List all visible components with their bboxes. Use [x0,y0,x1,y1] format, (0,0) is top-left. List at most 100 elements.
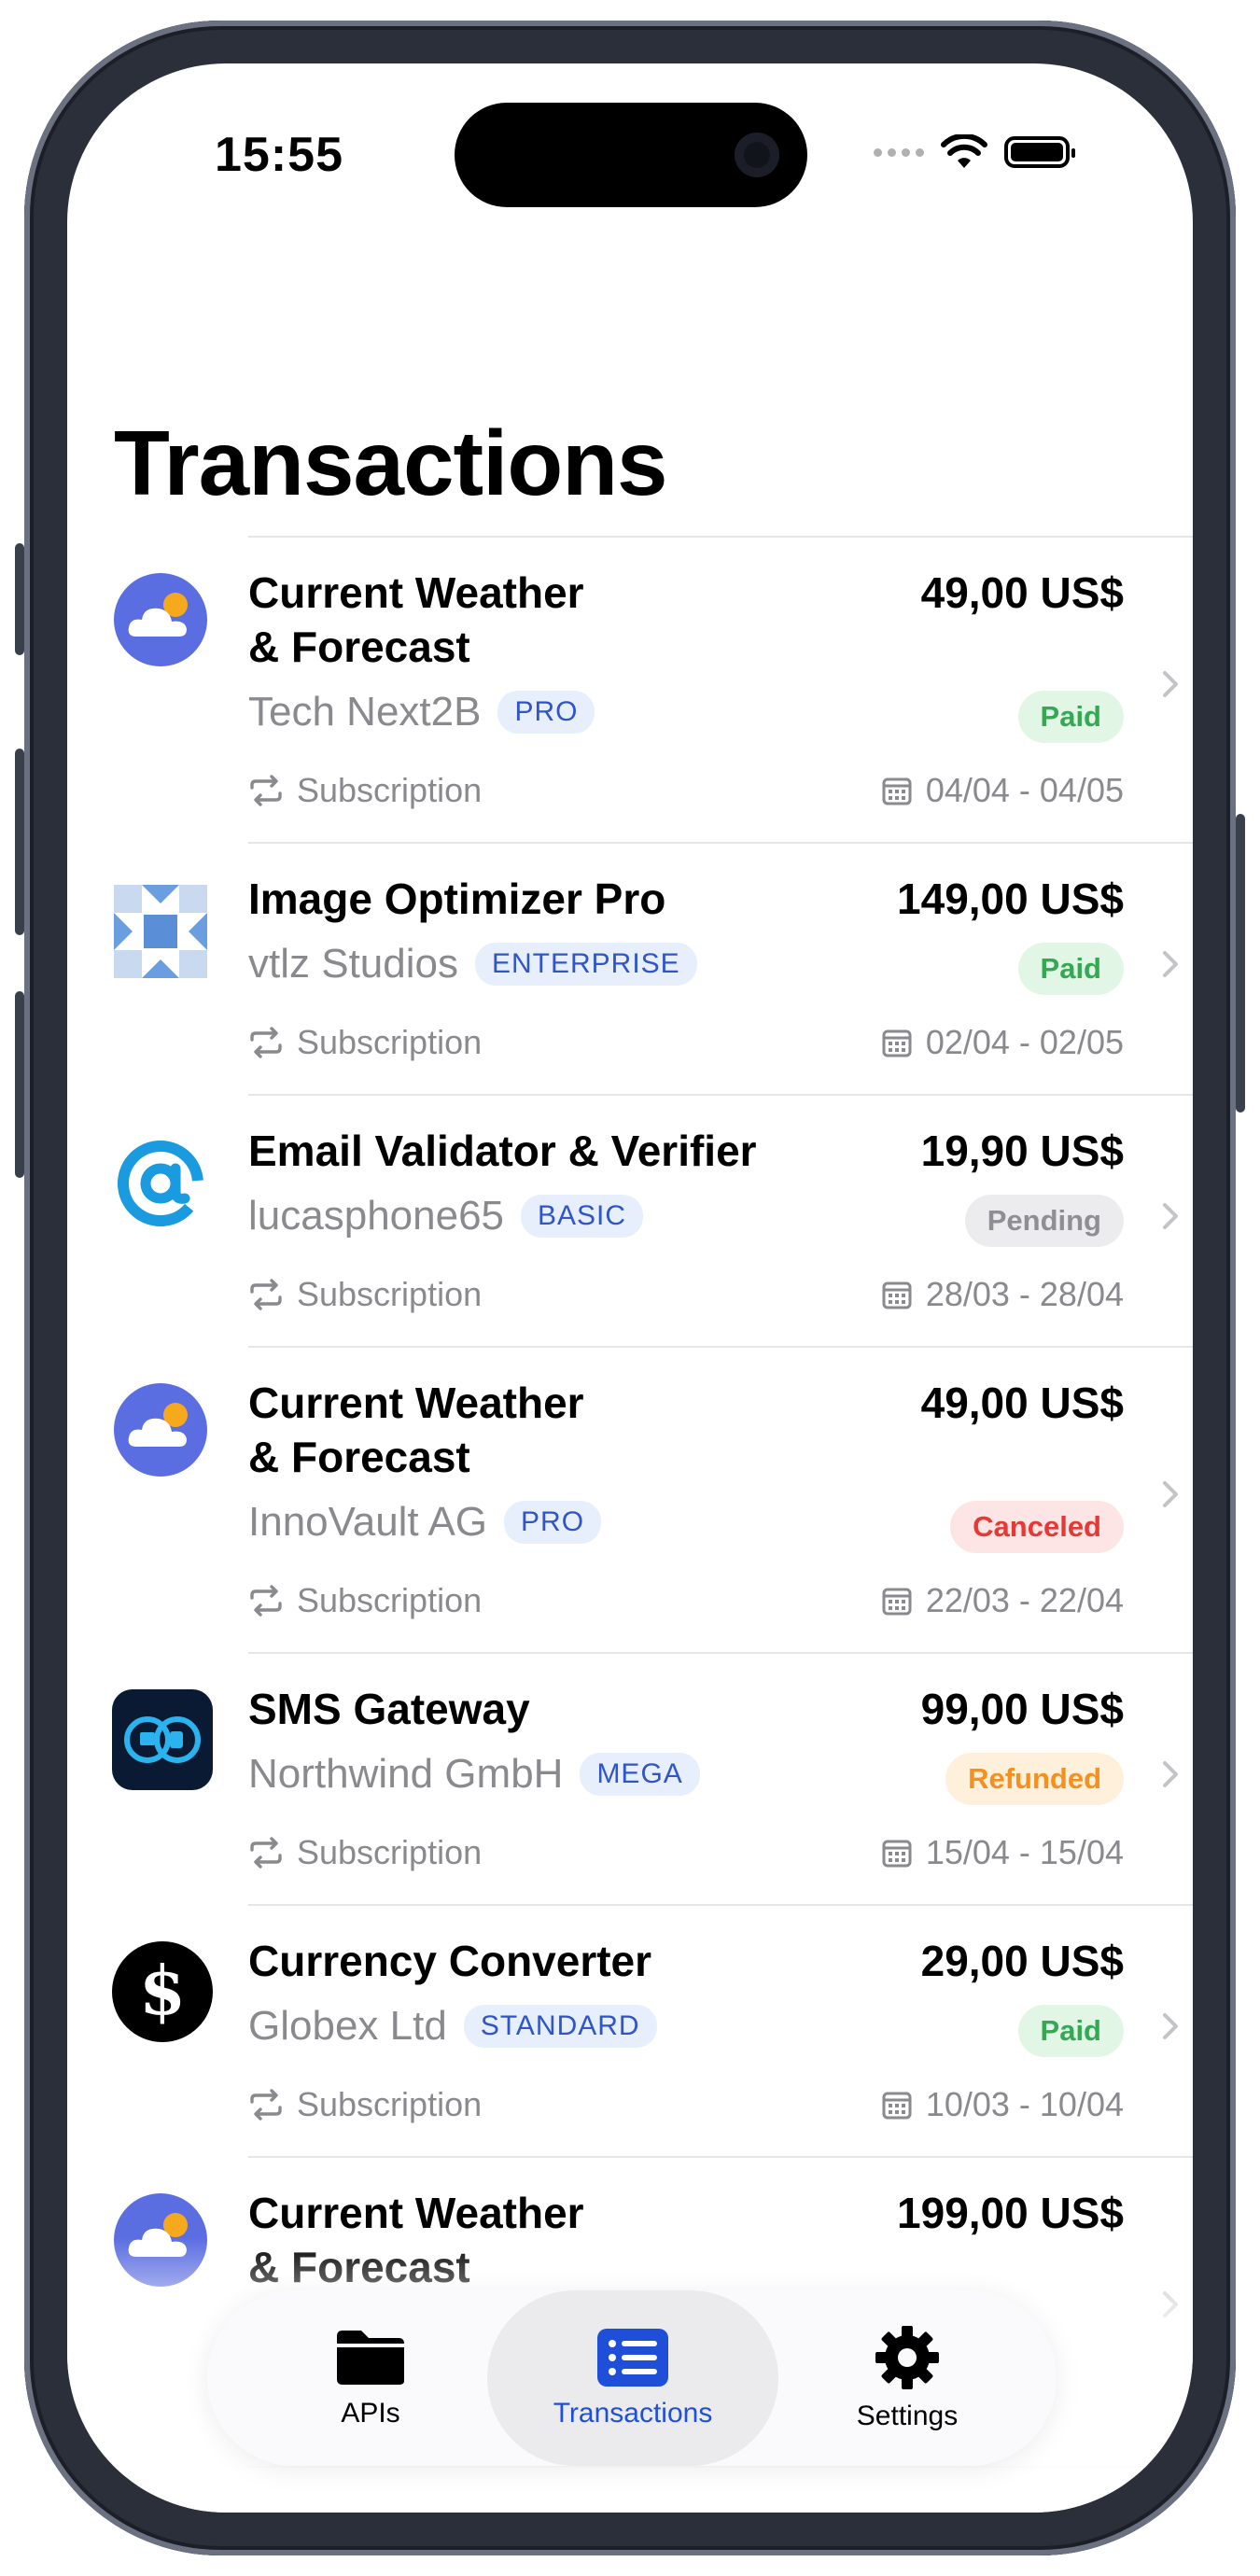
billing-type-label: Subscription [297,1581,483,1619]
transaction-row[interactable]: $ Currency Converter 29,00 US$ Globex Lt… [112,1904,1193,2156]
api-name: Current Weather & Forecast [248,568,584,671]
tier-badge: STANDARD [463,2005,657,2048]
period-label: 02/04 - 02/05 [925,1023,1124,1061]
api-name: Email Validator & Verifier [248,1127,757,1175]
customer: Tech Next2B PRO [248,689,595,735]
image-optimizer-icon [114,885,207,978]
price: 19,90 US$ [920,1127,1124,1175]
chevron-right-icon [1163,1481,1178,1507]
chevron-right-icon [1163,1203,1178,1229]
transactions-list[interactable]: Current Weather & Forecast 49,00 US$ Tec… [67,536,1193,2513]
transaction-row[interactable]: Email Validator & Verifier 19,90 US$ luc… [118,1094,1193,1346]
api-name: Image Optimizer Pro [248,875,666,923]
billing-type: Subscription [248,771,482,810]
price: 149,00 US$ [897,875,1124,923]
repeat-icon [250,2089,282,2121]
calendar-icon [882,777,912,805]
billing-period: 22/03 - 22/04 [881,1581,1124,1620]
api-name: Currency Converter [248,1937,652,1985]
status-badge: Canceled [950,1501,1124,1553]
repeat-icon [250,1279,282,1310]
company-name: vtlz Studios [248,941,458,987]
dynamic-island [455,103,807,207]
chevron-right-icon [1163,1761,1178,1787]
customer: vtlz Studios ENTERPRISE [248,941,697,987]
tier-badge: BASIC [521,1195,644,1238]
screen: 15:55 Transactions Current Weather & For… [67,63,1193,2513]
dollar-icon: $ [112,1941,213,2042]
repeat-icon [250,1837,282,1869]
status-badge: Paid [1017,943,1124,995]
chevron-right-icon [1163,951,1178,977]
power-button [1236,814,1245,1113]
transaction-row[interactable]: Current Weather & Forecast 49,00 US$ Tec… [114,536,1193,842]
calendar-icon [882,1588,912,1616]
tier-badge: PRO [504,1501,602,1544]
status-badge: Pending [964,1195,1124,1247]
company-name: Tech Next2B [248,689,482,735]
status-badge: Paid [1017,2005,1124,2057]
billing-type-label: Subscription [297,1023,483,1061]
tier-badge: ENTERPRISE [474,943,697,986]
sms-gateway-icon [112,1689,213,1790]
chevron-right-icon [1163,671,1178,697]
billing-period: 10/03 - 10/04 [881,2085,1124,2124]
customer: InnoVault AG PRO [248,1499,602,1546]
battery-icon [1004,136,1075,168]
customer: Globex Ltd STANDARD [248,2003,657,2050]
tab-label: APIs [341,2398,400,2429]
api-name: Current Weather & Forecast [248,1379,584,1481]
price: 199,00 US$ [897,2189,1124,2237]
at-sign-icon [118,1141,203,1226]
wifi-icon [941,134,987,168]
company-name: lucasphone65 [248,1193,505,1239]
volume-down-button [15,991,24,1178]
billing-type-label: Subscription [297,1275,483,1313]
period-label: 10/03 - 10/04 [925,2085,1124,2123]
period-label: 28/03 - 28/04 [925,1275,1124,1313]
company-name: Globex Ltd [248,2003,447,2049]
volume-up-button [15,749,24,935]
transaction-row[interactable]: Image Optimizer Pro 149,00 US$ vtlz Stud… [114,842,1193,1094]
period-label: 15/04 - 15/04 [925,1833,1124,1871]
status-badge: Refunded [945,1753,1124,1805]
period-label: 22/03 - 22/04 [925,1581,1124,1619]
weather-cloud-icon [114,573,207,666]
repeat-icon [250,1585,282,1617]
repeat-icon [250,775,282,806]
calendar-icon [882,1029,912,1057]
tier-badge: MEGA [580,1753,700,1796]
transaction-row[interactable]: Current Weather & Forecast 49,00 US$ Inn… [114,1346,1193,1652]
billing-type-label: Subscription [297,2085,483,2123]
calendar-icon [882,2092,912,2120]
status-icons [874,134,1075,170]
svg-text:$: $ [139,1951,186,2030]
billing-type-label: Subscription [297,771,483,809]
cellular-signal-icon [874,147,924,157]
billing-period: 02/04 - 02/05 [881,1023,1124,1062]
calendar-icon [882,1281,912,1309]
tier-badge: PRO [497,691,595,734]
api-name: SMS Gateway [248,1685,530,1733]
page-title: Transactions [114,412,668,514]
company-name: InnoVault AG [248,1499,488,1545]
price: 49,00 US$ [920,1379,1124,1427]
price: 99,00 US$ [920,1685,1124,1733]
customer: Northwind GmbH MEGA [248,1751,700,1798]
tab-settings[interactable]: Settings [786,2290,1029,2466]
chevron-right-icon [1163,2013,1178,2039]
list-icon [597,2329,668,2387]
tab-transactions[interactable]: Transactions [487,2290,778,2466]
company-name: Northwind GmbH [248,1751,564,1797]
price: 49,00 US$ [920,568,1124,617]
transaction-row[interactable]: SMS Gateway 99,00 US$ Northwind GmbH MEGA… [112,1652,1193,1904]
repeat-icon [250,1027,282,1058]
billing-type-label: Subscription [297,1833,483,1871]
billing-type: Subscription [248,1833,482,1872]
billing-period: 15/04 - 15/04 [881,1833,1124,1872]
action-button [15,543,24,655]
billing-type: Subscription [248,2085,482,2124]
calendar-icon [882,1840,912,1868]
tab-apis[interactable]: APIs [245,2290,497,2466]
billing-type: Subscription [248,1275,482,1314]
